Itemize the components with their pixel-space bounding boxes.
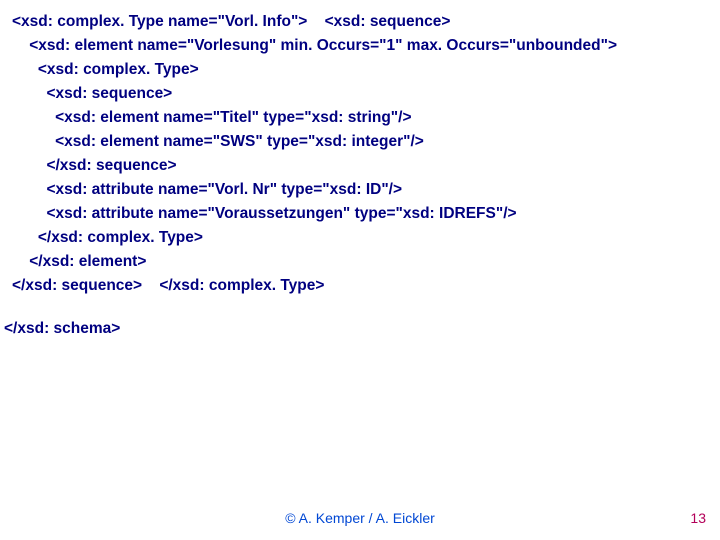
code-line-12: </xsd: sequence> </xsd: complex. Type> (12, 277, 324, 294)
xsd-code-block: <xsd: complex. Type name="Vorl. Info"> <… (12, 10, 710, 298)
code-line-11: </xsd: element> (12, 253, 146, 270)
code-line-3: <xsd: complex. Type> (12, 61, 199, 78)
code-line-4: <xsd: sequence> (12, 85, 172, 102)
code-line-10: </xsd: complex. Type> (12, 229, 203, 246)
code-line-9: <xsd: attribute name="Voraussetzungen" t… (12, 205, 517, 222)
code-line-7: </xsd: sequence> (12, 157, 177, 174)
footer-page-number: 13 (690, 510, 706, 526)
code-line-6: <xsd: element name="SWS" type="xsd: inte… (12, 133, 424, 150)
code-line-1: <xsd: complex. Type name="Vorl. Info"> <… (12, 13, 450, 30)
footer-copyright: © A. Kemper / A. Eickler (0, 510, 720, 526)
schema-close-tag: </xsd: schema> (4, 320, 120, 338)
code-line-2: <xsd: element name="Vorlesung" min. Occu… (12, 37, 617, 54)
slide: <xsd: complex. Type name="Vorl. Info"> <… (0, 0, 720, 540)
code-line-8: <xsd: attribute name="Vorl. Nr" type="xs… (12, 181, 402, 198)
code-line-5: <xsd: element name="Titel" type="xsd: st… (12, 109, 412, 126)
